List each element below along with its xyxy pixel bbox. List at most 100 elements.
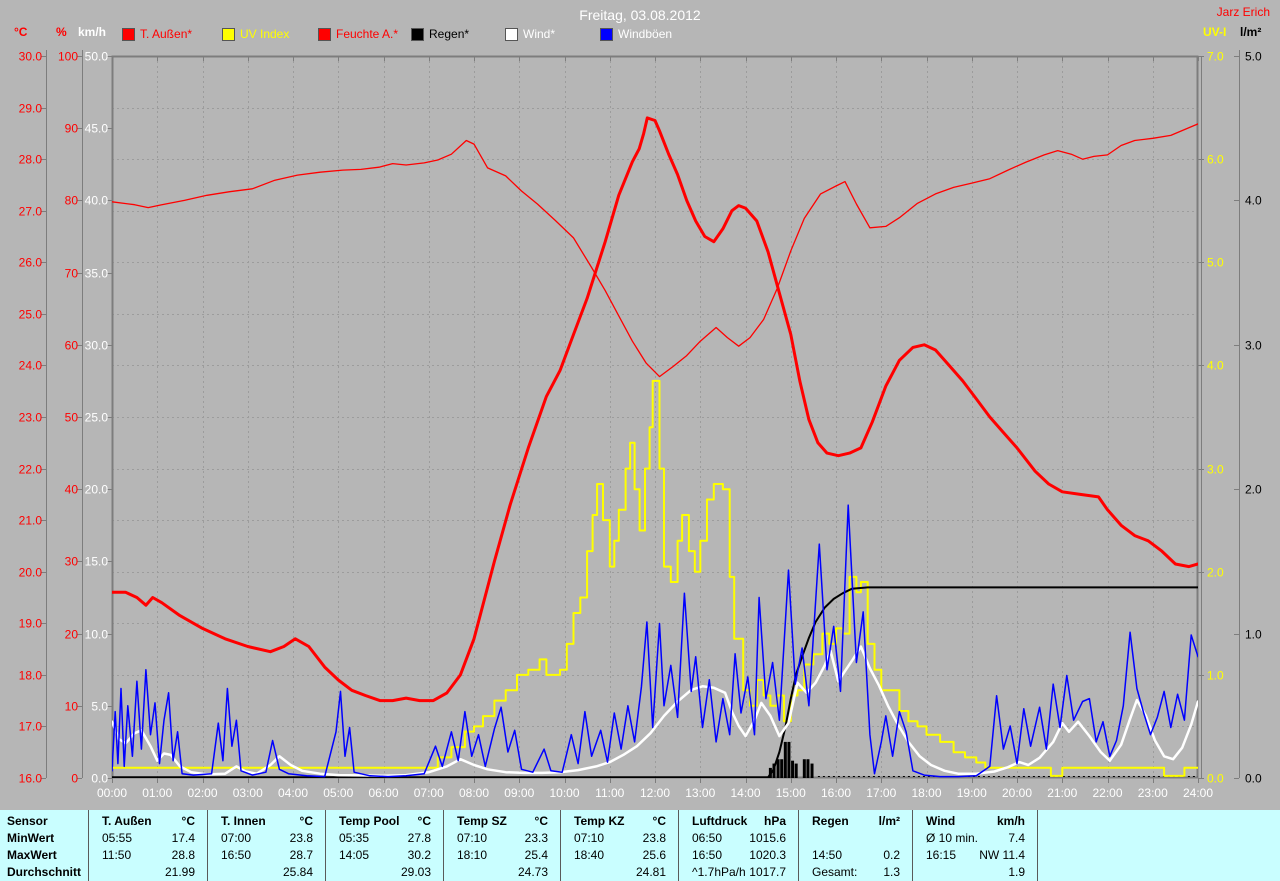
svg-text:1.0: 1.0 <box>1245 628 1262 642</box>
svg-text:16.0: 16.0 <box>19 772 43 786</box>
svg-text:22:00: 22:00 <box>1092 786 1122 800</box>
svg-text:4.0: 4.0 <box>1207 359 1224 373</box>
table-col-unit: °C <box>652 814 666 828</box>
legend-item-regen: Regen* <box>411 27 469 41</box>
svg-text:28.0: 28.0 <box>19 153 43 167</box>
table-cell-value: 24.73 <box>517 865 548 879</box>
svg-text:00:00: 00:00 <box>97 786 127 800</box>
table-cell-value: 7.4 <box>1008 831 1025 845</box>
svg-text:21:00: 21:00 <box>1047 786 1077 800</box>
table-col-unit: hPa <box>763 814 786 828</box>
svg-text:08:00: 08:00 <box>459 786 489 800</box>
svg-text:20:00: 20:00 <box>1002 786 1032 800</box>
chart-canvas: 00:00 01:00 02:00 03:00 04:00 05:00 06:00 07:00… <box>19 50 1262 801</box>
svg-text:80: 80 <box>65 194 79 208</box>
svg-text:30: 30 <box>65 555 79 569</box>
svg-text:10:00: 10:00 <box>549 786 579 800</box>
svg-text:06:00: 06:00 <box>368 786 398 800</box>
table-column-separator <box>1037 810 1038 881</box>
table-cell-value: 1.3 <box>883 865 900 879</box>
legend-label: Windböen <box>618 27 673 41</box>
table-column-separator <box>678 810 679 881</box>
svg-text:24.0: 24.0 <box>19 359 43 373</box>
regen-swatch-icon <box>411 27 424 41</box>
svg-text:4.0: 4.0 <box>1245 194 1262 208</box>
svg-text:100: 100 <box>58 50 78 64</box>
svg-text:17:00: 17:00 <box>866 786 896 800</box>
windboeen-swatch-icon <box>600 27 613 41</box>
svg-text:14:00: 14:00 <box>730 786 760 800</box>
svg-text:70: 70 <box>65 267 79 281</box>
legend-item-feuchte: Feuchte A.* <box>318 27 398 41</box>
table-col-unit: °C <box>534 814 548 828</box>
svg-text:18:00: 18:00 <box>911 786 941 800</box>
legend-label: Feuchte A.* <box>336 27 399 41</box>
svg-text:35.0: 35.0 <box>85 267 109 281</box>
svg-text:25.0: 25.0 <box>85 411 109 425</box>
table-cell-value: 25.4 <box>524 848 548 862</box>
table-cell-value: 23.8 <box>289 831 313 845</box>
legend-item-wind: Wind* <box>505 27 555 41</box>
svg-text:3.0: 3.0 <box>1207 463 1224 477</box>
svg-text:19.0: 19.0 <box>19 617 43 631</box>
svg-text:3.0: 3.0 <box>1245 339 1262 353</box>
table-column-separator <box>560 810 561 881</box>
svg-text:07:00: 07:00 <box>414 786 444 800</box>
svg-text:25.0: 25.0 <box>19 308 43 322</box>
svg-text:30.0: 30.0 <box>85 339 109 353</box>
svg-text:23:00: 23:00 <box>1138 786 1168 800</box>
feuchte-swatch-icon <box>318 27 331 41</box>
svg-text:24:00: 24:00 <box>1183 786 1213 800</box>
table-col-unit: °C <box>181 814 195 828</box>
svg-text:15.0: 15.0 <box>85 555 109 569</box>
table-col-unit: °C <box>299 814 313 828</box>
table-column-separator <box>207 810 208 881</box>
svg-text:10.0: 10.0 <box>85 628 109 642</box>
table-cell-value: 0.2 <box>883 848 900 862</box>
table-column-separator <box>443 810 444 881</box>
svg-text:05:00: 05:00 <box>323 786 353 800</box>
svg-text:23.0: 23.0 <box>19 411 43 425</box>
table-cell-value: 30.2 <box>407 848 431 862</box>
svg-text:02:00: 02:00 <box>187 786 217 800</box>
svg-text:11:00: 11:00 <box>595 786 624 800</box>
svg-text:18.0: 18.0 <box>19 669 43 683</box>
svg-text:12:00: 12:00 <box>640 786 670 800</box>
svg-text:5.0: 5.0 <box>91 700 108 714</box>
table-col-unit: l/m² <box>878 814 900 828</box>
legend-label: T. Außen* <box>140 27 193 41</box>
svg-text:29.0: 29.0 <box>19 102 43 116</box>
table-row-label: MaxWert <box>7 848 57 862</box>
svg-text:17.0: 17.0 <box>19 720 43 734</box>
t-aussen-swatch-icon <box>122 27 135 41</box>
svg-text:0.0: 0.0 <box>1245 772 1262 786</box>
gridlines <box>112 56 1198 778</box>
legend-label: UV Index <box>240 27 290 41</box>
svg-text:20.0: 20.0 <box>19 566 43 580</box>
table-cell-value: 21.99 <box>164 865 195 879</box>
table-cell-value: 23.3 <box>524 831 548 845</box>
svg-text:22.0: 22.0 <box>19 463 43 477</box>
svg-text:7.0: 7.0 <box>1207 50 1224 64</box>
wind-swatch-icon <box>505 27 518 41</box>
table-cell-value: 25.84 <box>282 865 313 879</box>
table-cell-value: 23.8 <box>642 831 666 845</box>
svg-text:26.0: 26.0 <box>19 256 43 270</box>
svg-text:5.0: 5.0 <box>1207 256 1224 270</box>
table-col-unit: °C <box>417 814 431 828</box>
legend-label: Regen* <box>429 27 470 41</box>
table-row-label: Sensor <box>7 814 48 828</box>
svg-text:0.0: 0.0 <box>1207 772 1224 786</box>
table-column-separator <box>798 810 799 881</box>
table-col-unit: km/h <box>996 814 1025 828</box>
svg-text:45.0: 45.0 <box>85 122 109 136</box>
table-cell-value: 28.8 <box>171 848 195 862</box>
legend-item-uv-index: UV Index <box>222 27 289 41</box>
table-cell-value: 28.7 <box>289 848 313 862</box>
svg-text:0: 0 <box>71 772 78 786</box>
svg-text:10: 10 <box>65 700 79 714</box>
svg-text:6.0: 6.0 <box>1207 153 1224 167</box>
svg-text:30.0: 30.0 <box>19 50 43 64</box>
svg-text:04:00: 04:00 <box>278 786 308 800</box>
table-cell-value: 29.03 <box>400 865 431 879</box>
